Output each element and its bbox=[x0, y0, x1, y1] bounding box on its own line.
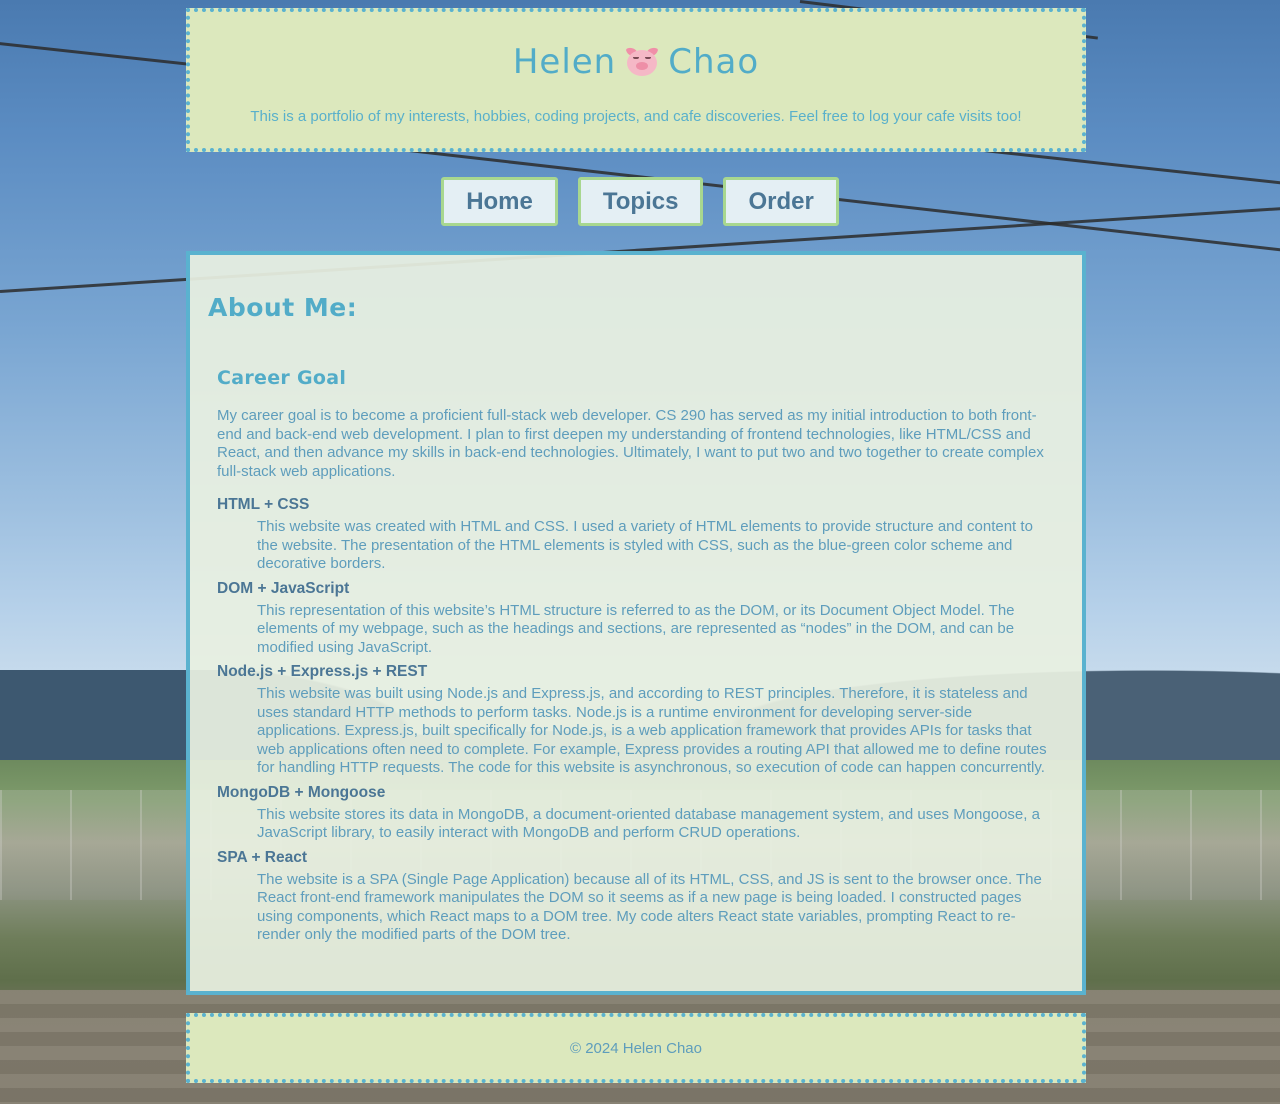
page: Helen Chao This is a portfolio of my int… bbox=[0, 0, 1280, 1104]
career-goal-section: Career Goal My career goal is to become … bbox=[217, 367, 1057, 945]
site-header: Helen Chao This is a portfolio of my int… bbox=[186, 8, 1086, 152]
nav-home-button[interactable]: Home bbox=[441, 177, 558, 226]
topic-desc-node-express: This website was built using Node.js and… bbox=[257, 685, 1047, 776]
topic-desc-dom-js: This representation of this website’s HT… bbox=[257, 601, 1015, 656]
topic-term-node-express: Node.js + Express.js + REST bbox=[217, 663, 428, 680]
site-title-first: Helen bbox=[512, 42, 617, 82]
site-tagline: This is a portfolio of my interests, hob… bbox=[250, 108, 1022, 125]
main-content: About Me: Career Goal My career goal is … bbox=[186, 251, 1086, 995]
topic-term-mongodb: MongoDB + Mongoose bbox=[217, 783, 386, 801]
topic-term-dom-js: DOM + JavaScript bbox=[217, 579, 350, 597]
main-nav: Home Topics Order bbox=[0, 177, 1280, 226]
site-title-last: Chao bbox=[668, 42, 760, 82]
topic-list: HTML + CSS This website was created with… bbox=[217, 495, 1057, 945]
page-title: About Me: bbox=[208, 293, 358, 322]
section-title: Career Goal bbox=[217, 367, 347, 389]
topic-desc-html-css: This website was created with HTML and C… bbox=[257, 518, 1033, 572]
topic-term-html-css: HTML + CSS bbox=[217, 496, 310, 513]
nav-order-button[interactable]: Order bbox=[723, 177, 839, 226]
topic-desc-mongodb: This website stores its data in MongoDB,… bbox=[257, 805, 1040, 842]
topic-term-spa-react: SPA + React bbox=[217, 848, 308, 866]
copyright-text: © 2024 Helen Chao bbox=[570, 1039, 702, 1057]
site-footer: © 2024 Helen Chao bbox=[186, 1013, 1086, 1083]
pig-face-icon bbox=[625, 45, 659, 77]
section-intro: My career goal is to become a proficient… bbox=[217, 407, 1044, 480]
site-title: Helen Chao bbox=[190, 42, 1082, 82]
topic-desc-spa-react: The website is a SPA (Single Page Applic… bbox=[257, 870, 1042, 944]
nav-topics-button[interactable]: Topics bbox=[577, 177, 704, 226]
